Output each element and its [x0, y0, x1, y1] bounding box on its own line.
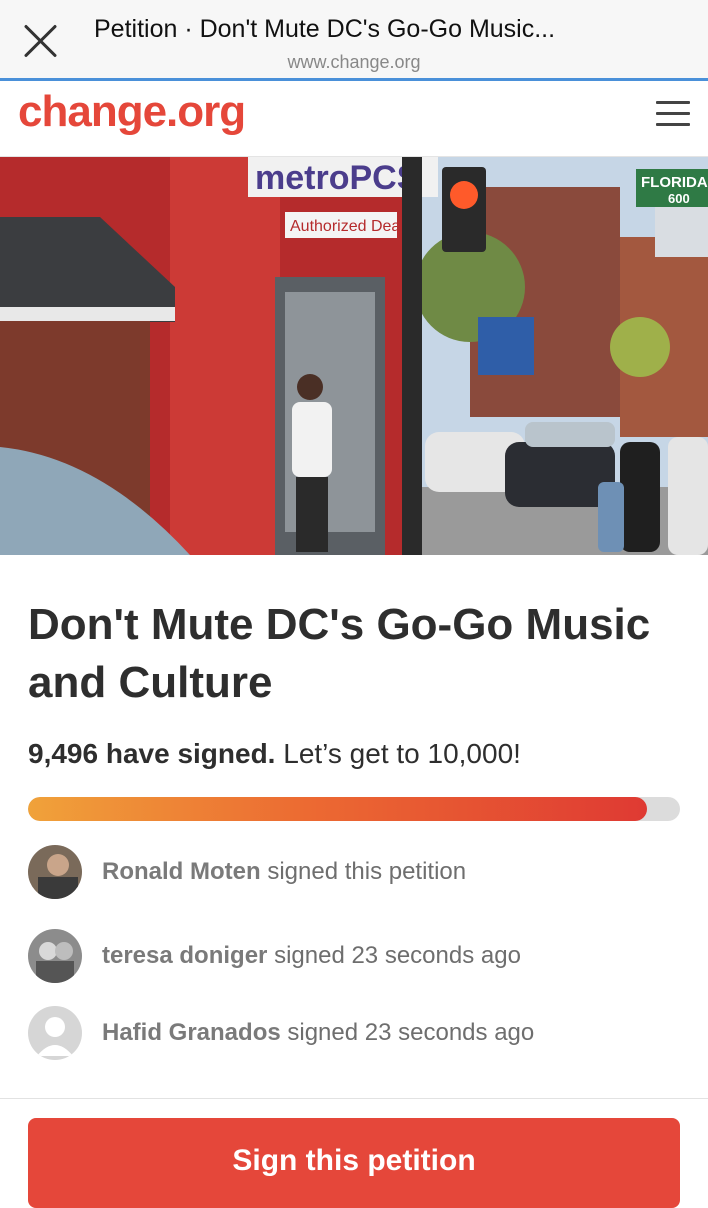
page-tab-title: Petition · Don't Mute DC's Go-Go Music..… [94, 15, 556, 43]
signer-row: Ronald Moten signed this petition [28, 845, 688, 901]
signer-action: signed 23 seconds ago [274, 942, 521, 969]
signer-text: Hafid Granados signed 23 seconds ago [102, 1019, 534, 1047]
signer-name[interactable]: teresa doniger [102, 942, 267, 969]
signer-action: signed this petition [267, 858, 467, 885]
signer-action: signed 23 seconds ago [287, 1019, 535, 1046]
signer-text: Ronald Moten signed this petition [102, 858, 466, 886]
default-user-icon[interactable] [28, 1006, 82, 1060]
avatar[interactable] [28, 845, 82, 899]
signer-row: Hafid Granados signed 23 seconds ago [28, 1006, 688, 1062]
street-number-text: 600 [668, 191, 690, 206]
signature-count: 9,496 have signed. Let’s get to 10,000! [28, 738, 521, 770]
petition-title: Don't Mute DC's Go-Go Music and Culture [28, 600, 651, 707]
dealer-sign-text: Authorized Dealer [290, 218, 419, 235]
sign-petition-button[interactable]: Sign this petition [28, 1118, 680, 1208]
site-header: change.org [0, 81, 708, 157]
petition-hero-image: metroPCS Authorized Dealer FLORIDA 600 [0, 157, 708, 555]
store-sign-text: metroPCS [255, 159, 419, 197]
signer-text: teresa doniger signed 23 seconds ago [102, 942, 521, 970]
signer-name[interactable]: Ronald Moten [102, 858, 261, 885]
goal-text: Let’s get to 10,000! [283, 738, 521, 769]
hamburger-menu-icon[interactable] [656, 101, 690, 127]
progress-fill [28, 797, 648, 821]
url-label[interactable]: www.change.org [0, 52, 708, 73]
signature-progress-bar [28, 797, 680, 821]
avatar[interactable] [28, 929, 82, 983]
signed-count-text: 9,496 have signed. [28, 738, 276, 769]
browser-top-bar: Petition · Don't Mute DC's Go-Go Music..… [0, 0, 708, 78]
footer-divider [0, 1098, 708, 1099]
signer-row: teresa doniger signed 23 seconds ago [28, 929, 688, 985]
street-sign-text: FLORIDA [641, 174, 708, 191]
change-org-logo[interactable]: change.org [18, 87, 246, 137]
signer-name[interactable]: Hafid Granados [102, 1019, 281, 1046]
